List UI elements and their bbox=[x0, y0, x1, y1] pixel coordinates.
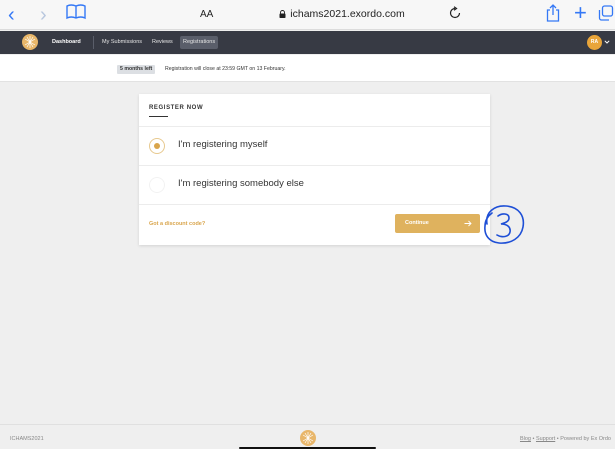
divider bbox=[139, 204, 490, 205]
continue-button[interactable]: Continue bbox=[395, 214, 480, 233]
registration-info-bar bbox=[0, 55, 615, 82]
footer-separator: • bbox=[556, 436, 559, 442]
address-bar[interactable]: ichams2021.exordo.com bbox=[252, 8, 432, 20]
option-label: I'm registering somebody else bbox=[178, 178, 304, 189]
ex-ordo-logo[interactable] bbox=[22, 34, 38, 50]
registration-close-text: Registration will close at 23:59 GMT on … bbox=[165, 66, 286, 72]
footer-conference-name: ICHAMS2021 bbox=[10, 436, 44, 442]
option-registering-myself[interactable]: I'm registering myself bbox=[139, 127, 490, 165]
avatar[interactable]: RA bbox=[587, 35, 602, 50]
footer-powered-by: Powered by Ex Ordo bbox=[560, 436, 611, 442]
back-icon[interactable]: ‹ bbox=[8, 5, 15, 25]
handwritten-annotation-icon bbox=[484, 205, 525, 244]
nav-divider bbox=[93, 36, 94, 49]
card-title: REGISTER NOW bbox=[149, 105, 204, 111]
option-registering-somebody-else[interactable]: I'm registering somebody else bbox=[139, 166, 490, 204]
time-left-badge: 5 months left bbox=[117, 65, 156, 74]
footer-blog-link[interactable]: Blog bbox=[520, 436, 531, 442]
continue-label: Continue bbox=[405, 220, 429, 226]
option-label: I'm registering myself bbox=[178, 139, 268, 150]
title-underline bbox=[149, 116, 168, 117]
reader-text-size[interactable]: AA bbox=[200, 9, 213, 20]
share-icon[interactable] bbox=[546, 4, 560, 22]
tabs-icon[interactable] bbox=[598, 5, 614, 21]
radio-unselected[interactable] bbox=[149, 177, 165, 193]
bookmarks-icon[interactable] bbox=[66, 4, 86, 20]
app-nav-bar: Dashboard My Submissions Reviews Registr… bbox=[0, 31, 615, 54]
discount-code-link[interactable]: Got a discount code? bbox=[149, 221, 205, 227]
new-tab-icon[interactable]: + bbox=[574, 2, 587, 24]
radio-selected[interactable] bbox=[149, 138, 165, 154]
nav-registrations[interactable]: Registrations bbox=[180, 36, 219, 49]
nav-dashboard[interactable]: Dashboard bbox=[52, 31, 81, 54]
nav-reviews[interactable]: Reviews bbox=[152, 31, 173, 54]
url-text: ichams2021.exordo.com bbox=[290, 8, 405, 20]
footer: ICHAMS2021 Blog • Support • Powered by E… bbox=[0, 424, 615, 449]
footer-support-link[interactable]: Support bbox=[536, 436, 555, 442]
nav-my-submissions[interactable]: My Submissions bbox=[102, 31, 142, 54]
arrow-right-icon bbox=[464, 220, 472, 227]
register-card: REGISTER NOW I'm registering myself I'm … bbox=[139, 94, 490, 245]
footer-links: Blog • Support • Powered by Ex Ordo bbox=[520, 436, 611, 442]
reload-icon[interactable] bbox=[448, 6, 462, 20]
ex-ordo-footer-logo bbox=[300, 430, 316, 446]
footer-separator: • bbox=[532, 436, 535, 442]
lock-icon bbox=[279, 10, 286, 18]
chevron-down-icon[interactable] bbox=[604, 39, 610, 45]
browser-toolbar: ‹ › AA ichams2021.exordo.com + bbox=[0, 0, 615, 30]
forward-icon[interactable]: › bbox=[40, 5, 47, 25]
